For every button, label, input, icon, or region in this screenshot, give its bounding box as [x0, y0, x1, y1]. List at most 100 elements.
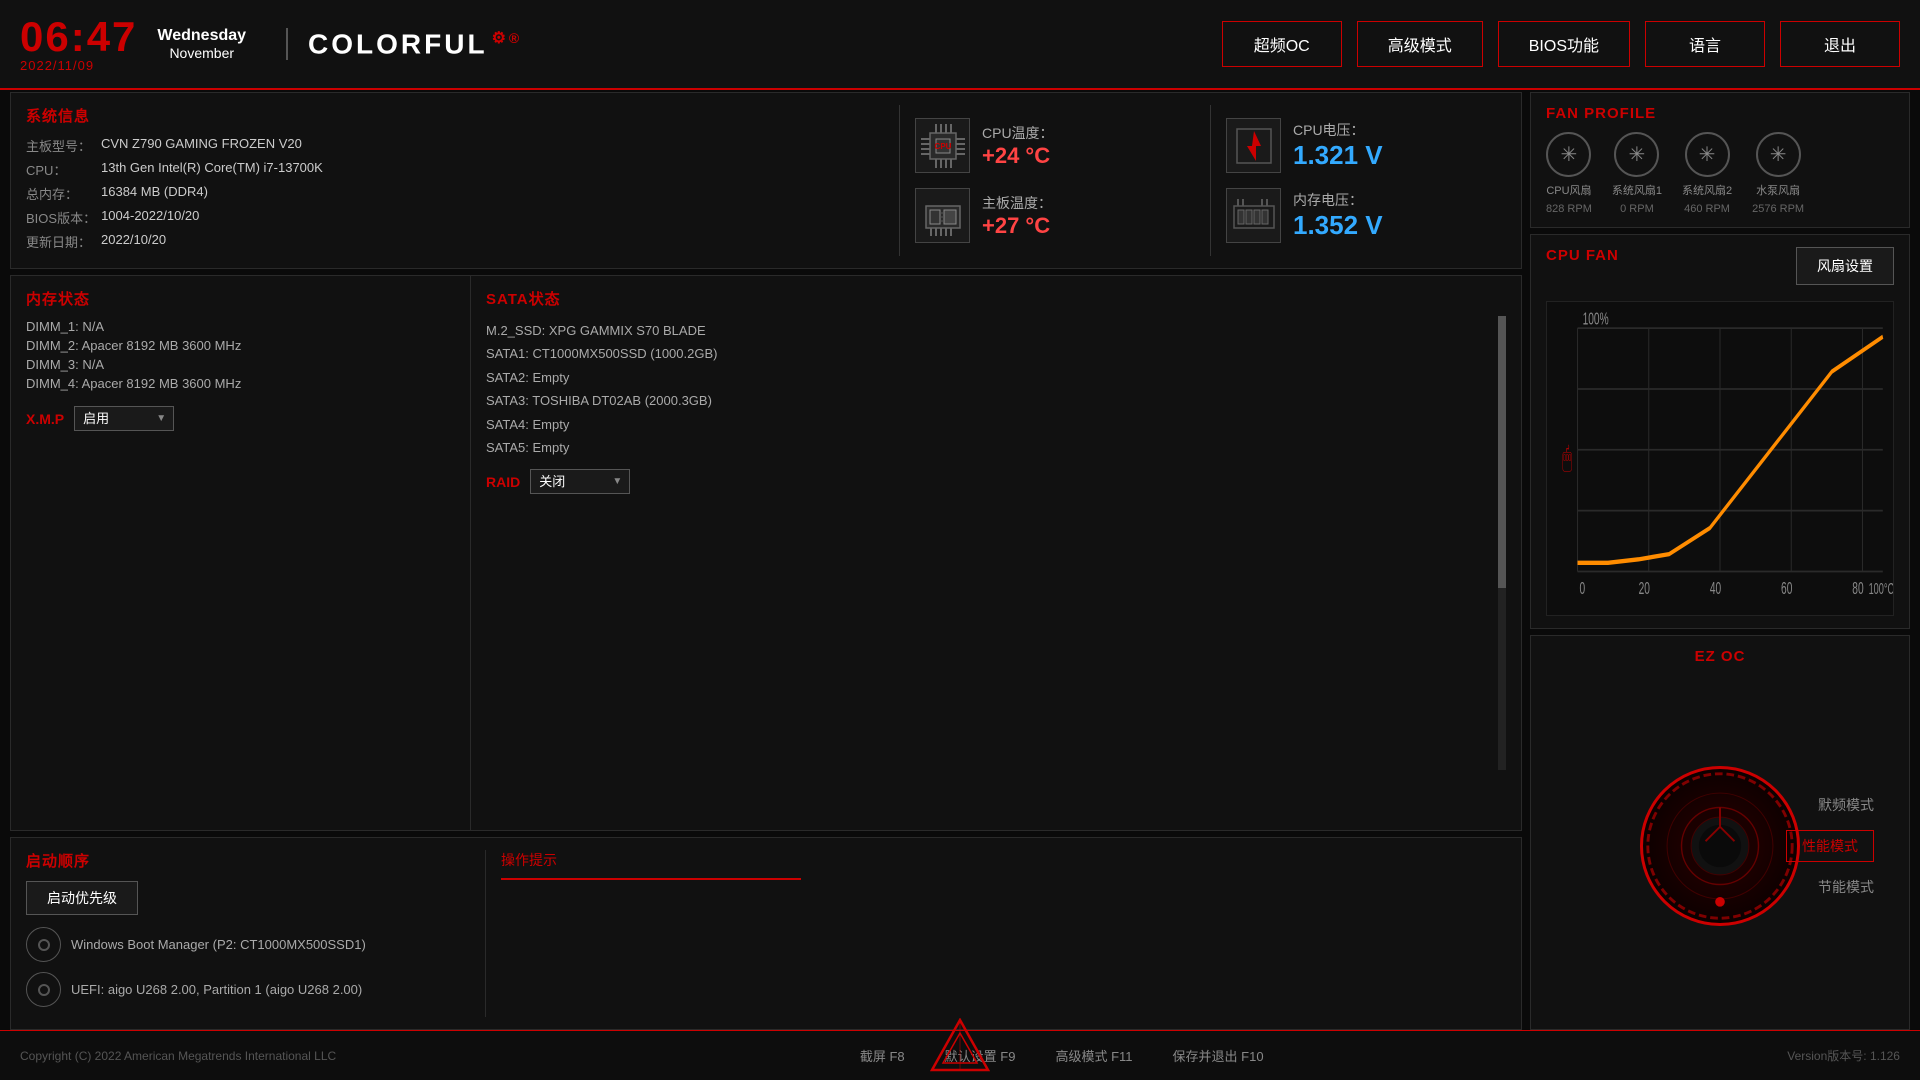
nav-btn-advanced[interactable]: 高级模式: [1357, 21, 1483, 67]
ez-oc-section: EZ OC: [1530, 635, 1910, 1030]
fan-circle-cpu: ✳: [1546, 132, 1591, 177]
cpu-temp-info: CPU温度： +24 °C: [982, 123, 1054, 169]
boot-title: 启动顺序: [26, 850, 485, 871]
ez-oc-title: EZ OC: [1695, 648, 1746, 665]
footer-version: Version版本号: 1.126: [1787, 1047, 1900, 1064]
memory-section: 内存状态 DIMM_1: N/A DIMM_2: Apacer 8192 MB …: [11, 276, 471, 830]
sys-value-ram: 16384 MB (DDR4): [101, 184, 208, 203]
dimm-4: DIMM_4: Apacer 8192 MB 3600 MHz: [26, 376, 455, 391]
boot-right: 操作提示: [486, 850, 1506, 1017]
cpu-temp-label: CPU温度：: [982, 123, 1054, 143]
fan-circle-sys1: ✳: [1614, 132, 1659, 177]
right-panel: FAN PROFILE ✳ CPU风扇 828 RPM ✳ 系统风扇1 0 RP…: [1530, 92, 1910, 1030]
ops-hint-line: [501, 878, 801, 880]
mb-temp-value: +27 °C: [982, 213, 1052, 239]
brand-name: COLORFUL: [308, 28, 488, 59]
svg-text:20: 20: [1639, 579, 1650, 599]
cpu-volt-sensor: CPU电压： 1.321 V: [1226, 118, 1506, 173]
footer-copyright: Copyright (C) 2022 American Megatrends I…: [20, 1049, 336, 1063]
fan-sys1-rpm: 0 RPM: [1620, 203, 1654, 215]
sata-scrollbar[interactable]: [1498, 316, 1506, 770]
raid-select-wrapper[interactable]: 关闭 开启: [530, 469, 630, 494]
svg-text:100%: 100%: [1583, 310, 1609, 330]
nav-btn-bios[interactable]: BIOS功能: [1498, 21, 1630, 67]
fan-profile-title: FAN PROFILE: [1546, 105, 1894, 122]
ops-hint-label: 操作提示: [501, 850, 1506, 870]
svg-text:🖱: 🖱: [1562, 442, 1572, 474]
time-clock: 06:47: [20, 16, 137, 58]
fan-circle-pump: ✳: [1756, 132, 1801, 177]
svg-text:0: 0: [1580, 579, 1586, 599]
sys-label-cpu: CPU：: [26, 160, 96, 179]
system-info-section: 系统信息 主板型号： CVN Z790 GAMING FROZEN V20 CP…: [10, 92, 1522, 269]
ez-option-performance[interactable]: 性能模式: [1786, 830, 1874, 862]
month-name: November: [169, 45, 234, 61]
nav-btn-language[interactable]: 语言: [1645, 21, 1765, 67]
xmp-select[interactable]: 启用 禁用: [74, 406, 174, 431]
sata-scrollbar-thumb[interactable]: [1498, 316, 1506, 588]
svg-text:60: 60: [1781, 579, 1792, 599]
fan-blade-icon-cpu: ✳: [1561, 142, 1578, 167]
sata-title: SATA状态: [486, 288, 1506, 309]
boot-priority-button[interactable]: 启动优先级: [26, 881, 138, 915]
boot-item-2: UEFI: aigo U268 2.00, Partition 1 (aigo …: [26, 972, 485, 1007]
system-info-title: 系统信息: [26, 105, 864, 126]
center-logo-area: [930, 1018, 990, 1078]
cpu-temp-sensor: CPU: [915, 118, 1195, 173]
cpu-volt-info: CPU电压： 1.321 V: [1293, 120, 1383, 171]
mb-temp-info: 主板温度： +27 °C: [982, 193, 1052, 239]
svg-text:40: 40: [1710, 579, 1721, 599]
fan-settings-button[interactable]: 风扇设置: [1796, 247, 1894, 285]
mem-volt-value: 1.352 V: [1293, 210, 1383, 241]
sata-item-4: SATA4: Empty: [486, 413, 1506, 436]
boot-item-2-label: UEFI: aigo U268 2.00, Partition 1 (aigo …: [71, 982, 362, 997]
sys-row-cpu: CPU： 13th Gen Intel(R) Core(TM) i7-13700…: [26, 160, 864, 179]
fan-sys1-name: 系统风扇1: [1612, 182, 1662, 198]
raid-select[interactable]: 关闭 开启: [530, 469, 630, 494]
fan-pump-rpm: 2576 RPM: [1752, 203, 1804, 215]
cpu-chip-icon: CPU: [915, 118, 970, 173]
mb-temp-label: 主板温度：: [982, 193, 1052, 213]
sys-label-bios: BIOS版本：: [26, 208, 96, 227]
fan-pump-name: 水泵风扇: [1756, 182, 1800, 198]
cpu-fan-title: CPU FAN: [1546, 247, 1619, 264]
gear-icon: ⚙: [492, 30, 509, 47]
left-panel: 系统信息 主板型号： CVN Z790 GAMING FROZEN V20 CP…: [10, 92, 1522, 1030]
fan-item-sys1: ✳ 系统风扇1 0 RPM: [1612, 132, 1662, 215]
dimm-3: DIMM_3: N/A: [26, 357, 455, 372]
system-info-left: 系统信息 主板型号： CVN Z790 GAMING FROZEN V20 CP…: [26, 105, 884, 256]
fan-blade-icon-sys2: ✳: [1699, 142, 1716, 167]
knob-svg: [1643, 769, 1797, 923]
sata-item-1: SATA1: CT1000MX500SSD (1000.2GB): [486, 342, 1506, 365]
cpu-fan-chart: 100% 0 20 40 60 80 100°C 🖱: [1546, 301, 1894, 616]
fan-item-pump: ✳ 水泵风扇 2576 RPM: [1752, 132, 1804, 215]
sata-item-m2: M.2_SSD: XPG GAMMIX S70 BLADE: [486, 319, 1506, 342]
fan-blade-icon-sys1: ✳: [1629, 142, 1646, 167]
brand-logo: COLORFUL⚙®: [286, 28, 522, 60]
mem-volt-sensor: 内存电压： 1.352 V: [1226, 188, 1506, 243]
fan-items: ✳ CPU风扇 828 RPM ✳ 系统风扇1 0 RPM ✳ 系统风: [1546, 132, 1894, 215]
sys-value-update: 2022/10/20: [101, 232, 166, 251]
sata-section: SATA状态 M.2_SSD: XPG GAMMIX S70 BLADE SAT…: [471, 276, 1521, 830]
ez-option-default[interactable]: 默频模式: [1818, 795, 1874, 815]
v-divider-2: [1210, 105, 1211, 256]
nav-btn-exit[interactable]: 退出: [1780, 21, 1900, 67]
center-triangle-logo: [930, 1018, 990, 1073]
sys-value-model: CVN Z790 GAMING FROZEN V20: [101, 136, 302, 155]
header-left: 06:47 2022/11/09 Wednesday November COLO…: [20, 16, 522, 73]
boot-disk-inner-1: [38, 939, 50, 951]
fan-circle-sys2: ✳: [1685, 132, 1730, 177]
ez-option-power-save[interactable]: 节能模式: [1818, 877, 1874, 897]
footer-key-f10: 保存并退出 F10: [1173, 1046, 1264, 1065]
sys-row-ram: 总内存： 16384 MB (DDR4): [26, 184, 864, 203]
cpu-fan-header: CPU FAN 风扇设置: [1546, 247, 1894, 285]
mb-temp-sensor: 主板温度： +27 °C: [915, 188, 1195, 243]
xmp-select-wrapper[interactable]: 启用 禁用: [74, 406, 174, 431]
sata-item-2: SATA2: Empty: [486, 366, 1506, 389]
nav-btn-overclocking[interactable]: 超频OC: [1222, 21, 1342, 67]
ez-oc-options: 默频模式 性能模式 节能模式: [1786, 795, 1874, 897]
boot-item-1: Windows Boot Manager (P2: CT1000MX500SSD…: [26, 927, 485, 962]
ez-oc-knob[interactable]: [1640, 766, 1800, 926]
dimm-1: DIMM_1: N/A: [26, 319, 455, 334]
mem-sata-inner: 内存状态 DIMM_1: N/A DIMM_2: Apacer 8192 MB …: [11, 276, 1521, 830]
